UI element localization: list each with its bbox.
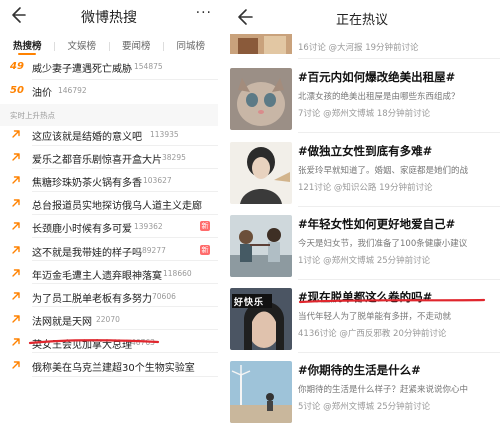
topic-description: 当代年轻人为了脱单能有多拼，不走动就 [298, 312, 452, 322]
tab-divider [163, 42, 164, 51]
list-title: 总台报道员实地探访俄乌人道主义走廊 [32, 201, 202, 213]
list-item[interactable]: 爱乐之都音乐剧惊喜开盒大片 38295 [0, 146, 218, 169]
rising-arrow-icon [12, 222, 20, 231]
topic-title: #年轻女性如何更好地爱自己# [298, 217, 456, 231]
rising-arrow-icon [12, 291, 20, 300]
divider [298, 279, 500, 280]
tab-entertainment[interactable]: 文娱榜 [55, 34, 110, 56]
topic-thumbnail [230, 361, 292, 423]
topic-description: 你期待的生活是什么样子？赶紧来说说你心中 [298, 385, 469, 395]
list-item[interactable]: 俄称美在乌克兰建超30个生物实验室 [0, 354, 218, 377]
hot-title: 油价 [32, 88, 52, 99]
list-title: 法网就是天网 [32, 316, 92, 328]
rising-arrow-icon [12, 130, 20, 138]
topic-meta: 7讨论 @郑州文博城 18分钟前讨论 [298, 109, 431, 119]
hot-count: 154875 [134, 62, 163, 71]
topic-thumbnail: 好快乐 [230, 288, 292, 350]
divider [32, 375, 218, 377]
list-item[interactable]: 总台报道员实地探访俄乌人道主义走廊 [0, 192, 218, 215]
list-count: 89277 [142, 245, 166, 255]
topic-title: #百元内如何爆改绝美出租屋# [298, 70, 456, 84]
right-header: 正在热议 [224, 0, 500, 34]
page-title: 正在热议 [335, 13, 388, 28]
list-title: 这不就是我带娃的样子吗 [32, 247, 142, 259]
list-title: 俄称美在乌克兰建超30个生物实验室 [32, 363, 195, 374]
divider [298, 206, 500, 207]
tab-divider [54, 42, 55, 51]
list-count: 113935 [150, 130, 179, 139]
section-label: 实时上升热点 [10, 111, 55, 120]
topic-item[interactable]: #百元内如何爆改绝美出租屋# 北漂女孩的绝美出租屋是由哪些东西组成？ 7讨论 @… [224, 63, 500, 133]
topic-description: 北漂女孩的绝美出租屋是由哪些东西组成？ [298, 92, 460, 102]
new-badge: 新 [200, 221, 210, 232]
left-header: 微博热搜 ··· [0, 0, 218, 34]
list-item[interactable]: 法网就是天网 22070 [0, 308, 218, 331]
rising-arrow-icon [12, 361, 20, 369]
list-title: 为了员工脱单老板有多努力 [32, 293, 152, 305]
topic-item[interactable]: 好快乐 #现在脱单都这么卷的吗# 当代年轻人为了脱单能有多拼，不走动就 4136… [224, 283, 500, 353]
list-title: 年迈金毛遭主人遗弃眼神落寞 [32, 270, 162, 282]
divider [298, 352, 500, 353]
list-title: 这应该就是结婚的意义吧 [32, 132, 142, 143]
list-count: 70606 [152, 291, 176, 301]
list-count: 103627 [143, 176, 172, 186]
topic-description: 今天是妇女节，我们准备了100条健康小建议 [298, 239, 468, 249]
topic-item[interactable]: #年轻女性如何更好地爱自己# 今天是妇女节，我们准备了100条健康小建议 1讨论… [224, 210, 500, 280]
more-icon[interactable]: ··· [196, 5, 212, 21]
rising-arrow-icon [12, 176, 20, 184]
red-underline-mark [28, 339, 160, 345]
topic-thumbnail [230, 142, 292, 204]
topic-meta: 121讨论 @知识公路 19分钟前讨论 [298, 183, 433, 193]
topic-title: #做独立女性到底有多难# [298, 144, 433, 158]
list-item[interactable]: 长颈鹿小时候有多可爱 139362 新 [0, 215, 218, 238]
topic-meta: 1讨论 @郑州文博城 25分钟前讨论 [298, 256, 431, 266]
topic-title: #你期待的生活是什么# [298, 363, 421, 377]
rising-arrow-icon [12, 315, 20, 323]
rising-arrow-icon [12, 338, 20, 346]
list-item[interactable]: 焦糖珍珠奶茶火锅有多香 103627 [0, 169, 218, 192]
rising-arrow-icon [12, 153, 20, 161]
tab-local[interactable]: 同城榜 [164, 34, 219, 56]
tab-news[interactable]: 要闻榜 [109, 34, 164, 56]
list-item[interactable]: 这应该就是结婚的意义吧 113935 [0, 123, 218, 146]
trending-discussion-panel: 正在热议 16讨论 @大河报 19分钟前讨论 #百元内如何爆改绝美出租屋# 北漂… [224, 0, 500, 426]
thumbnail-caption: 好快乐 [234, 298, 265, 308]
rising-arrow-icon [12, 268, 20, 277]
hot-title: 威少妻子遭遇死亡威胁 [32, 64, 132, 75]
tab-hot-search[interactable]: 热搜榜 [0, 34, 55, 56]
tab-divider [109, 42, 110, 51]
divider [298, 132, 500, 133]
list-title: 长颈鹿小时候有多可爱 [32, 224, 132, 236]
list-item[interactable]: 为了员工脱单老板有多努力 70606 [0, 285, 218, 308]
hot-count: 146792 [58, 86, 87, 95]
topic-item[interactable]: #你期待的生活是什么# 你期待的生活是什么样子？赶紧来说说你心中 5讨论 @郑州… [224, 356, 500, 426]
list-title: 焦糖珍珠奶茶火锅有多香 [32, 178, 142, 190]
list-count: 118660 [163, 268, 192, 278]
topic-meta: 4136讨论 @广西反邪教 20分钟前讨论 [298, 329, 447, 339]
topic-description: 张爱玲早就知道了。婚姻、家庭都是她们的战 [298, 166, 469, 176]
page-title: 微博热搜 [81, 10, 137, 26]
rank-number: 49 [10, 61, 24, 72]
divider [298, 58, 500, 59]
rising-arrow-icon [12, 199, 20, 207]
topic-thumbnail [230, 68, 292, 130]
list-count: 22070 [96, 314, 120, 324]
red-underline-mark [298, 298, 486, 304]
topic-thumbnail[interactable] [230, 34, 292, 54]
list-item[interactable]: 年迈金毛遭主人遗弃眼神落寞 118660 [0, 262, 218, 285]
hot-row[interactable]: 49 威少妻子遭遇死亡威胁 154875 [0, 54, 218, 80]
rising-arrow-icon [12, 245, 20, 254]
topic-thumbnail [230, 215, 292, 277]
topic-item[interactable]: #做独立女性到底有多难# 张爱玲早就知道了。婚姻、家庭都是她们的战 121讨论 … [224, 137, 500, 207]
weibo-hot-search-panel: 微博热搜 ··· 热搜榜 文娱榜 要闻榜 同城榜 49 威少妻子遭遇死亡威胁 1… [0, 0, 218, 426]
list-count: 139362 [134, 222, 163, 232]
new-badge: 新 [200, 244, 210, 255]
topic-meta: 5讨论 @郑州文博城 25分钟前讨论 [298, 402, 431, 412]
hot-row[interactable]: 50 油价 146792 [0, 78, 218, 104]
list-item[interactable]: 这不就是我带娃的样子吗 89277 新 [0, 239, 218, 261]
list-count: 38295 [162, 153, 186, 163]
list-title: 爱乐之都音乐剧惊喜开盒大片 [32, 155, 162, 167]
rank-number: 50 [10, 85, 24, 96]
topic-meta: 16讨论 @大河报 19分钟前讨论 [298, 43, 419, 53]
